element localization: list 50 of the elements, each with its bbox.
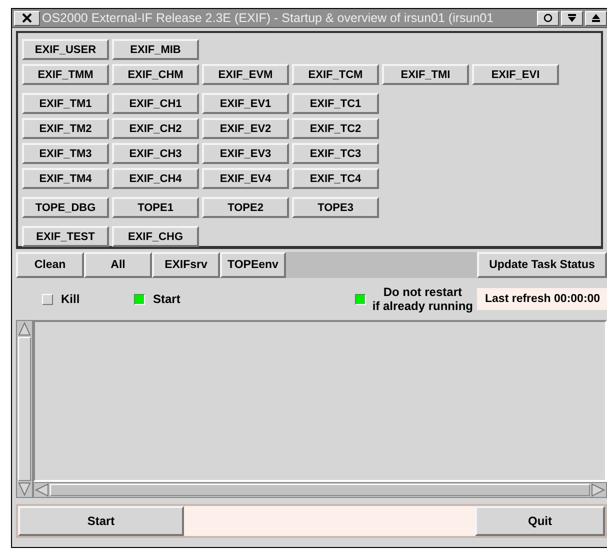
up-arrow-icon [591, 13, 601, 23]
task-button[interactable]: TOPE2 [202, 197, 289, 218]
toolbar-button[interactable]: All [84, 252, 152, 278]
toolbar-button[interactable]: Clean [16, 252, 84, 278]
minimize-button[interactable] [537, 10, 559, 26]
task-button[interactable]: EXIF_TM4 [22, 168, 109, 189]
task-button[interactable]: EXIF_TEST [22, 226, 109, 247]
task-button[interactable]: EXIF_TMM [22, 64, 109, 85]
toolbar-button[interactable]: EXIFsrv [152, 252, 220, 278]
task-button[interactable]: TOPE3 [292, 197, 379, 218]
task-button[interactable]: EXIF_CH3 [112, 143, 199, 164]
task-button[interactable]: EXIF_CHG [112, 226, 199, 247]
vertical-scrollbar[interactable] [16, 320, 33, 498]
task-button[interactable]: EXIF_EV4 [202, 168, 289, 189]
task-button[interactable]: EXIF_EV1 [202, 93, 289, 114]
task-button[interactable]: EXIF_TCM [292, 64, 379, 85]
task-button[interactable]: EXIF_TM3 [22, 143, 109, 164]
task-button[interactable]: EXIF_CH2 [112, 118, 199, 139]
toolbar-button[interactable]: TOPEenv [220, 252, 286, 278]
task-button[interactable]: EXIF_EV3 [202, 143, 289, 164]
task-button[interactable]: EXIF_TMI [382, 64, 469, 85]
down-arrow-icon [567, 13, 577, 23]
close-button[interactable] [14, 10, 40, 26]
task-button[interactable]: TOPE1 [112, 197, 199, 218]
task-button[interactable]: EXIF_EV2 [202, 118, 289, 139]
task-button[interactable]: EXIF_USER [22, 39, 109, 60]
task-button[interactable]: EXIF_MIB [112, 39, 199, 60]
last-refresh-field: Last refresh 00:00:00 [477, 288, 607, 310]
task-button[interactable]: EXIF_TC3 [292, 143, 379, 164]
horizontal-scrollbar[interactable] [33, 482, 607, 498]
task-button[interactable]: EXIF_TC4 [292, 168, 379, 189]
close-icon [22, 13, 32, 23]
task-button[interactable]: EXIF_TM2 [22, 118, 109, 139]
update-button[interactable]: Update Task Status [477, 252, 607, 278]
option-checkbox[interactable]: Start [134, 292, 180, 306]
task-button[interactable]: EXIF_TC2 [292, 118, 379, 139]
task-button[interactable]: EXIF_CHM [112, 64, 199, 85]
circle-icon [543, 13, 553, 23]
maximize-button[interactable] [585, 10, 607, 26]
task-button[interactable]: EXIF_CH1 [112, 93, 199, 114]
task-button[interactable]: EXIF_TM1 [22, 93, 109, 114]
task-button[interactable]: EXIF_TC1 [292, 93, 379, 114]
task-button[interactable]: EXIF_CH4 [112, 168, 199, 189]
task-button[interactable]: EXIF_EVI [472, 64, 559, 85]
window-title: OS2000 External-IF Release 2.3E (EXIF) - Startup & overview of irsun01 (irsun01 [42, 11, 495, 25]
task-button[interactable]: EXIF_EVM [202, 64, 289, 85]
no-restart-checkbox[interactable]: Do not restart if already running [355, 285, 473, 313]
option-checkbox[interactable]: Kill [42, 292, 134, 306]
task-button[interactable]: TOPE_DBG [22, 197, 109, 218]
shade-button[interactable] [561, 10, 583, 26]
